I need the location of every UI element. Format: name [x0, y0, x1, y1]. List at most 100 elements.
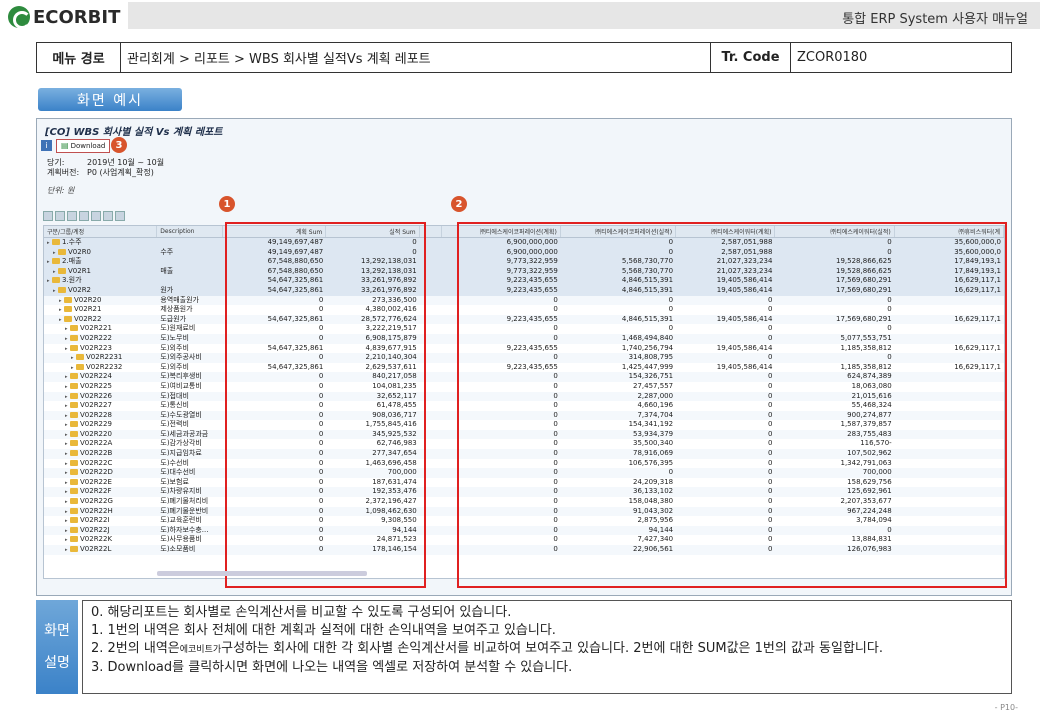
- cell-desc: 도)지급임차료: [160, 449, 202, 458]
- tree-node-label: V02R22I: [80, 516, 110, 525]
- tree-node-label: V02R20: [74, 295, 102, 304]
- folder-icon: [70, 536, 78, 543]
- description-line-0: 0. 해당리포트는 회사별로 손익계산서를 비교할 수 있도록 구성되어 있습니…: [91, 605, 512, 620]
- tree-node-cell: ▸ 2.매출: [44, 257, 157, 267]
- period-label: 당기:: [47, 158, 65, 167]
- cell-desc: 도급원가: [160, 314, 187, 323]
- col-header-description[interactable]: Description: [157, 226, 223, 237]
- folder-icon: [64, 296, 72, 303]
- badge-2: 2: [451, 196, 467, 212]
- description-label-line2: 설명: [44, 655, 70, 671]
- description-box: 0. 해당리포트는 회사별로 손익계산서를 비교할 수 있도록 구성되어 있습니…: [82, 600, 1012, 694]
- report-title: [CO] WBS 회사별 실적 Vs 계획 레포트: [45, 127, 223, 138]
- tree-node-cell: ▸ V02R22: [44, 315, 157, 325]
- folder-icon: [58, 267, 66, 274]
- cell-desc: 도)노무비: [160, 333, 189, 342]
- menu-path-value: 관리회계 > 리포트 > WBS 회사별 실적Vs 계획 레포트: [121, 43, 711, 72]
- tree-node-label: V02R223: [80, 343, 112, 352]
- tree-node-label: V02R22C: [80, 458, 113, 467]
- description-label: 화면 설명: [36, 600, 78, 694]
- folder-icon: [52, 258, 60, 265]
- page-number: - P10-: [994, 703, 1018, 712]
- horizontal-scrollbar[interactable]: [157, 571, 367, 576]
- menu-path-label: 메뉴 경로: [37, 43, 121, 72]
- tr-code-value: ZCOR0180: [797, 50, 868, 65]
- tree-node-cell: ▸ V02R2: [44, 286, 157, 296]
- tree-node-label: V02R2232: [86, 362, 123, 371]
- alv-toolbar: [43, 211, 125, 222]
- tree-node-label: V02R22H: [80, 506, 113, 515]
- tree-node-label: V02R2231: [86, 353, 123, 362]
- cell-desc: 도)보험료: [160, 477, 189, 486]
- tree-node-label: V02R22L: [80, 545, 112, 553]
- cell-desc: 도)외주공사비: [160, 353, 202, 362]
- col-header-tree[interactable]: 구분/그룹/계정: [44, 226, 158, 237]
- tree-node-cell: ▸ V02R22H: [44, 507, 157, 517]
- tree-node-label: V02R224: [80, 372, 112, 381]
- tr-code-label: Tr. Code: [711, 43, 791, 72]
- cell-desc: 도)감가상각비: [160, 439, 202, 448]
- menu-path-table: 메뉴 경로 관리회계 > 리포트 > WBS 회사별 실적Vs 계획 레포트 T…: [36, 42, 1012, 73]
- cell-desc: 도)복리후생비: [160, 372, 202, 381]
- screen-description: 화면 설명 0. 해당리포트는 회사별로 손익계산서를 비교할 수 있도록 구성…: [36, 600, 1012, 694]
- cell-desc: [157, 257, 223, 267]
- cell-desc: 도)수도광열비: [160, 410, 202, 419]
- tree-node-cell: ▸ 3.원가: [44, 276, 157, 286]
- badge-1: 1: [219, 196, 235, 212]
- description-line-2-b: 구성하는 회사에 대한 각 회사별 손익계산서를 비교하여 보여주고 있습니다.…: [221, 641, 883, 656]
- download-button[interactable]: ▤ Download: [56, 138, 111, 153]
- tree-node-cell: ▸ V02R229: [44, 420, 157, 430]
- cell-desc: 도)원재료비: [160, 324, 196, 333]
- folder-icon: [64, 315, 72, 322]
- unit-label: 단위: 원: [47, 186, 75, 195]
- badge-3: 3: [111, 137, 127, 153]
- tree-node-cell: ▸ V02R22I: [44, 516, 157, 526]
- sum-icon[interactable]: [79, 211, 89, 221]
- folder-icon: [70, 498, 78, 505]
- export-icon[interactable]: [103, 211, 113, 221]
- ecorbit-logo: ECORBIT: [8, 6, 120, 29]
- tree-node-label: V02R222: [80, 333, 112, 342]
- tree-node-label: V02R21: [74, 305, 102, 314]
- tree-node-label: V02R228: [80, 410, 112, 419]
- cell-desc: 도)하자보수충...: [160, 525, 209, 534]
- tree-node-label: V02R221: [80, 324, 112, 333]
- cell-desc: 원가: [160, 285, 174, 294]
- tree-node-cell: ▸ V02R220: [44, 430, 157, 440]
- filter-icon[interactable]: [67, 211, 77, 221]
- report-toolbar: i ▤ Download: [41, 138, 111, 153]
- folder-icon: [70, 469, 78, 476]
- cell-desc: 도)전력비: [160, 420, 189, 429]
- tree-node-label: V02R226: [80, 391, 112, 400]
- cell-desc: 도)여비교통비: [160, 381, 202, 390]
- cell-desc: 도)사무용품비: [160, 535, 202, 544]
- tree-node-label: V02R229: [80, 420, 112, 429]
- tree-node-label: V02R22K: [80, 535, 113, 544]
- description-line-2: 2. 2번의 내역은에코비트가구성하는 회사에 대한 각 회사별 손익계산서를 …: [91, 640, 1003, 659]
- tree-node-label: V02R22D: [80, 468, 113, 477]
- folder-icon: [64, 306, 72, 313]
- sap-screenshot: [CO] WBS 회사별 실적 Vs 계획 레포트 i ▤ Download 3…: [36, 118, 1012, 596]
- cell-desc: 도)폐기물운반비: [160, 506, 209, 515]
- tree-node-cell: ▸ V02R22K: [44, 535, 157, 545]
- highlight-box-2: [457, 222, 1007, 588]
- expand-icon[interactable]: [43, 211, 53, 221]
- tree-node-cell: ▸ V02R2232: [44, 363, 157, 373]
- description-line-1: 1. 1번의 내역은 회사 전체에 대한 계획과 실적에 대한 손익내역을 보여…: [91, 623, 556, 638]
- collapse-icon[interactable]: [55, 211, 65, 221]
- info-icon[interactable]: i: [41, 140, 52, 151]
- layout-icon[interactable]: [115, 211, 125, 221]
- ecorbit-logo-mark-icon: [8, 6, 31, 29]
- tree-node-cell: ▸ V02R227: [44, 401, 157, 411]
- tree-node-label: V02R22J: [80, 525, 110, 534]
- tree-node-cell: ▸ V02R0: [44, 248, 157, 258]
- tree-node-cell: ▸ V02R226: [44, 392, 157, 402]
- tree-node-cell: ▸ V02R21: [44, 305, 157, 315]
- tree-node-label: V02R2: [68, 285, 92, 294]
- tree-node-cell: ▸ V02R22F: [44, 487, 157, 497]
- folder-icon: [76, 363, 84, 370]
- print-icon[interactable]: [91, 211, 101, 221]
- tree-node-cell: ▸ V02R22G: [44, 497, 157, 507]
- folder-icon: [70, 344, 78, 351]
- header-bar: 통합 ERP System 사용자 매뉴얼: [128, 2, 1040, 29]
